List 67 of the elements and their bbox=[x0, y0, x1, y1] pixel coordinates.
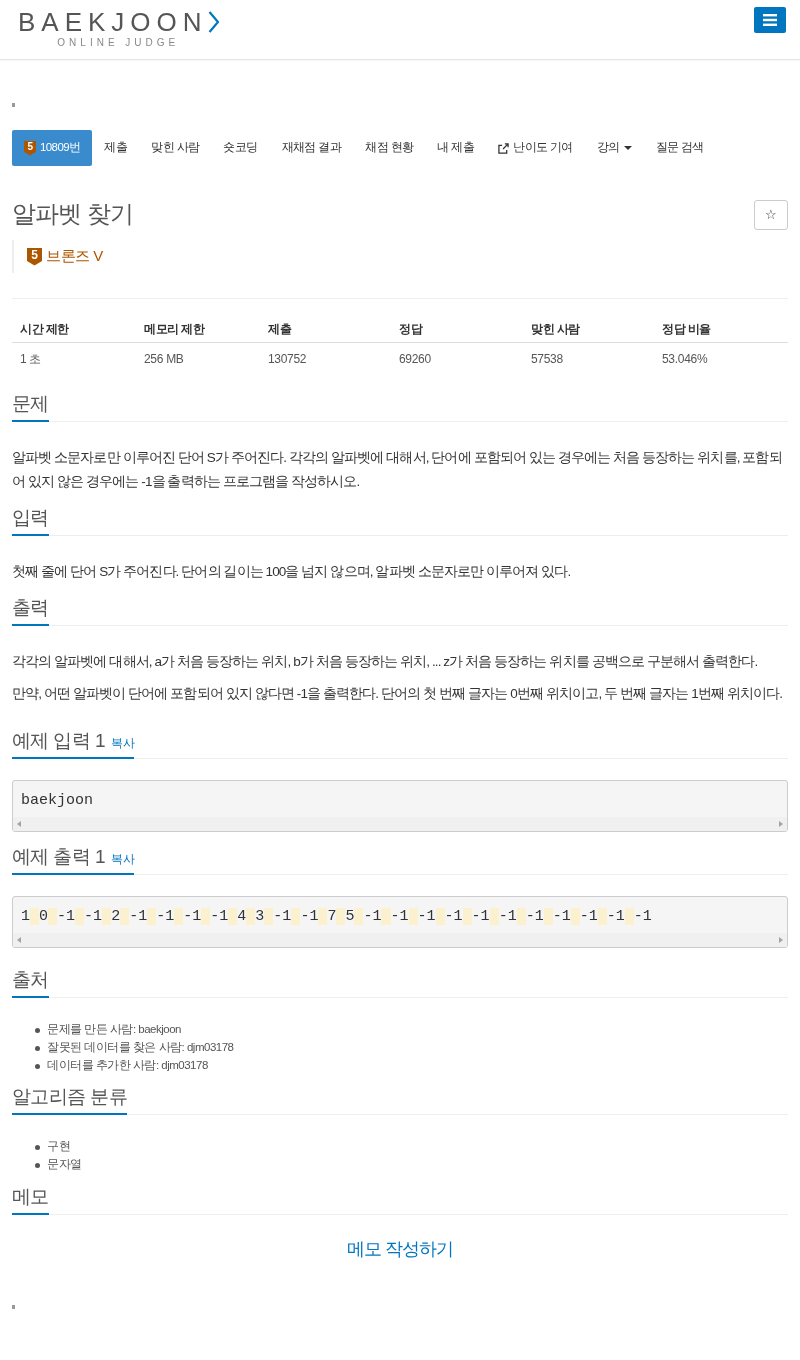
bullet-icon bbox=[35, 1063, 40, 1069]
column-header: 정답 비율 bbox=[661, 320, 712, 338]
section-heading: 알고리즘 분류 bbox=[12, 1085, 128, 1109]
column-header: 정답 bbox=[398, 320, 424, 338]
nav-tab[interactable]: 난이도 기여 bbox=[486, 130, 585, 166]
favorite-button[interactable]: ☆ bbox=[754, 200, 788, 230]
caret-icon bbox=[623, 146, 632, 150]
external-link-icon bbox=[498, 142, 510, 154]
column-header: 메모리 제한 bbox=[143, 320, 206, 338]
memo-link[interactable]: 메모 작성하기 bbox=[347, 1237, 453, 1261]
table-cell-text: 57538 bbox=[530, 350, 564, 368]
bullet-icon bbox=[35, 1027, 40, 1033]
nav-tab[interactable]: 5 10809번 bbox=[12, 130, 93, 166]
nav-tab[interactable]: 맞힌 사람 bbox=[139, 130, 212, 166]
table-cell-text: 130752 bbox=[267, 350, 308, 368]
tier-name: 브론즈 V bbox=[46, 246, 103, 267]
tier-badge: 5 bbox=[24, 140, 36, 156]
paragraph: 첫째 줄에 단어 S가 주어진다. 단어의 길이는 100을 넘지 않으며, 알파벳 소문자로만 이루어져 있다. bbox=[12, 563, 572, 581]
sample-text: baekjoon bbox=[20, 791, 94, 811]
nav-tab[interactable]: 제출 bbox=[92, 130, 140, 166]
bullet-icon bbox=[35, 1144, 40, 1150]
section-heading: 출처 bbox=[12, 968, 49, 992]
section-heading: 출력 bbox=[12, 596, 49, 620]
nav-tab[interactable]: 숏코딩 bbox=[211, 130, 270, 166]
column-header: 제출 bbox=[267, 320, 293, 338]
problem-title: 알파벳 찾기 bbox=[12, 200, 133, 228]
scroll-left-arrow-icon bbox=[17, 821, 21, 827]
small-mark-icon bbox=[12, 1305, 15, 1309]
column-header: 맞힌 사람 bbox=[530, 320, 581, 338]
list-item: 데이터를 추가한 사람: djm03178 bbox=[47, 1058, 208, 1074]
paragraph: 각각의 알파벳에 대해서, a가 처음 등장하는 위치, b가 처음 등장하는 위치, ... z가 처음 등장하는 위치를 공백으로 구분해서 출력한다. bbox=[12, 653, 759, 671]
menu-icon bbox=[763, 14, 777, 26]
nav-tab[interactable]: 강의 bbox=[584, 130, 644, 166]
list-item: 구현 bbox=[47, 1139, 70, 1155]
paragraph: 만약, 어떤 알파벳이 단어에 포함되어 있지 않다면 -1을 출력한다. 단어의 첫 번째 글자는 0번째 위치이고, 두 번째 글자는 1번째 위치이다. bbox=[12, 685, 784, 703]
scroll-right-arrow-icon bbox=[779, 821, 783, 827]
table-cell-text: 1 초 bbox=[19, 350, 43, 368]
chevron-icon bbox=[207, 11, 219, 33]
menu-button[interactable] bbox=[754, 7, 786, 33]
table-cell-text: 53.046% bbox=[661, 350, 709, 368]
nav-tab[interactable]: 재채점 결과 bbox=[269, 130, 354, 166]
table-cell-text: 69260 bbox=[398, 350, 432, 368]
list-item: 문제를 만든 사람: baekjoon bbox=[47, 1022, 181, 1038]
logo-wordmark[interactable]: BAEKJOON bbox=[18, 8, 208, 36]
section-heading: 예제 출력 1 bbox=[12, 845, 105, 869]
nav-tab[interactable]: 질문 검색 bbox=[643, 130, 716, 166]
copy-link[interactable]: 복사 bbox=[110, 851, 135, 869]
sample-text: 1 0 -1 -1 2 -1 -1 -1 -1 4 3 -1 -1 7 5 -1 -1 -1 -1 -1 -1 -1 -1 -1 -1 -1 bbox=[20, 907, 653, 927]
nav-tab[interactable]: 내 제출 bbox=[425, 130, 487, 166]
scroll-right-arrow-icon bbox=[779, 937, 783, 943]
scroll-left-arrow-icon bbox=[17, 937, 21, 943]
list-item: 문자열 bbox=[47, 1157, 82, 1173]
bullet-icon bbox=[35, 1162, 40, 1168]
copy-link[interactable]: 복사 bbox=[110, 735, 135, 753]
section-heading: 문제 bbox=[12, 392, 49, 416]
tier-badge: 5 bbox=[27, 247, 42, 266]
small-mark-icon bbox=[12, 103, 15, 107]
nav-tab[interactable]: 채점 현황 bbox=[353, 130, 426, 166]
section-heading: 입력 bbox=[12, 506, 49, 530]
bullet-icon bbox=[35, 1045, 40, 1051]
section-heading: 예제 입력 1 bbox=[12, 729, 105, 753]
logo-tagline: ONLINE JUDGE bbox=[57, 37, 180, 49]
section-heading: 메모 bbox=[12, 1185, 49, 1209]
list-item: 잘못된 데이터를 찾은 사람: djm03178 bbox=[47, 1040, 234, 1056]
table-cell-text: 256 MB bbox=[143, 350, 185, 368]
column-header: 시간 제한 bbox=[19, 320, 70, 338]
paragraph: 알파벳 소문자로만 이루어진 단어 S가 주어진다. 각각의 알파벳에 대해서, 단어에 포함되어 있는 경우에는 처음 등장하는 위치를, 포함되어 있지 않은 경우에는 -1을 출력하는 프로그램을 작성하시오. bbox=[12, 449, 783, 491]
